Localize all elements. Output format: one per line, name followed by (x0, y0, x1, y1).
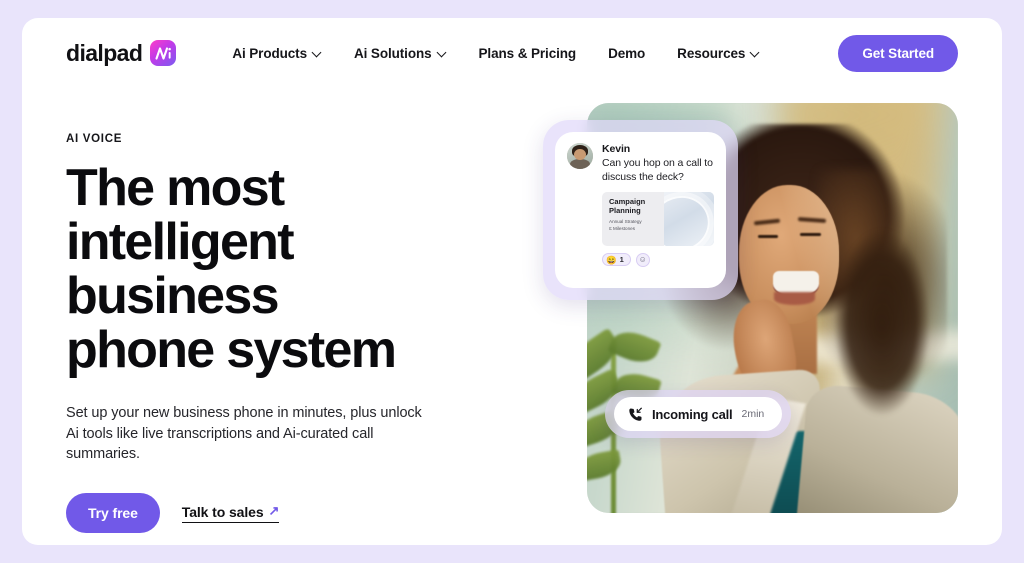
browser-viewport: dialpad Ai Products Ai Solutions Plans &… (0, 0, 1024, 563)
photo-lower-lip (774, 292, 816, 305)
main-nav: Ai Products Ai Solutions Plans & Pricing… (216, 38, 776, 69)
chevron-down-icon (751, 48, 760, 57)
smile-emoji-icon: 😄 (606, 254, 617, 265)
attachment-subline-1: Annual Strategy (609, 219, 642, 225)
chat-reactions: 😄 1 ☺ (602, 252, 714, 267)
nav-item-ai-products[interactable]: Ai Products (216, 38, 338, 69)
plant-frond (587, 449, 623, 482)
try-free-button[interactable]: Try free (66, 493, 160, 534)
hero-subhead: Set up your new business phone in minute… (66, 405, 422, 463)
site-header: dialpad Ai Products Ai Solutions Plans &… (22, 18, 1002, 88)
dialpad-ai-logo-icon (150, 40, 177, 66)
nav-label: Plans & Pricing (478, 45, 577, 61)
hero-copy: AI VOICE The most intelligent business p… (66, 133, 486, 534)
photo-eye-left (757, 235, 779, 239)
attachment-thumbnail (663, 191, 714, 246)
chat-body: Kevin Can you hop on a call to discuss t… (602, 143, 714, 277)
page-title: The most intelligent business phone syst… (66, 159, 397, 380)
chat-card-frame: Kevin Can you hop on a call to discuss t… (543, 120, 738, 300)
nav-label: Ai Products (232, 45, 307, 61)
get-started-button[interactable]: Get Started (838, 34, 958, 72)
avatar (567, 143, 593, 169)
hero-media: Kevin Can you hop on a call to discuss t… (543, 103, 958, 523)
nav-label: Demo (608, 45, 646, 61)
incoming-call-duration: 2min (741, 408, 765, 420)
chat-sender-name: Kevin (602, 143, 631, 155)
nav-item-demo[interactable]: Demo (592, 38, 661, 69)
talk-to-sales-label: Talk to sales (181, 503, 264, 520)
nav-label: Ai Solutions (353, 45, 432, 61)
chevron-down-icon (438, 48, 447, 57)
reaction-count: 1 (619, 255, 624, 265)
nav-item-ai-solutions[interactable]: Ai Solutions (338, 38, 463, 69)
attachment-title: Campaign Planning (609, 196, 646, 215)
photo-hair-foreground (831, 226, 951, 456)
nav-label: Resources (677, 45, 746, 61)
avatar-body (569, 159, 591, 169)
incoming-call-icon (629, 407, 642, 421)
incoming-call-frame: Incoming call 2min (605, 390, 792, 438)
talk-to-sales-link[interactable]: Talk to sales ↗ (181, 502, 280, 523)
nav-item-plans-pricing[interactable]: Plans & Pricing (463, 38, 593, 69)
chevron-down-icon (313, 48, 322, 57)
hero-section: AI VOICE The most intelligent business p… (22, 88, 1002, 545)
hero-eyebrow: AI VOICE (66, 133, 123, 145)
incoming-call-label: Incoming call (652, 406, 733, 422)
brand-logo[interactable]: dialpad (66, 39, 177, 66)
add-reaction-icon[interactable]: ☺ (635, 252, 650, 267)
page-card: dialpad Ai Products Ai Solutions Plans &… (22, 18, 1002, 545)
photo-eye-right (800, 233, 821, 237)
reaction-pill[interactable]: 😄 1 (602, 253, 631, 267)
chat-attachment-card[interactable]: Campaign Planning Annual Strategy Ɛ Mile… (602, 191, 714, 246)
attachment-text: Campaign Planning Annual Strategy Ɛ Mile… (602, 192, 664, 246)
nav-item-resources[interactable]: Resources (661, 38, 776, 69)
hero-cta-row: Try free Talk to sales ↗ (66, 493, 486, 534)
chat-message-text: Can you hop on a call to discuss the dec… (602, 157, 713, 183)
chat-message-card[interactable]: Kevin Can you hop on a call to discuss t… (555, 132, 726, 288)
attachment-subline-2: Ɛ Milestones (609, 226, 636, 232)
arrow-up-right-icon: ↗ (268, 502, 280, 518)
brand-wordmark: dialpad (66, 39, 143, 66)
incoming-call-notification[interactable]: Incoming call 2min (614, 397, 783, 431)
